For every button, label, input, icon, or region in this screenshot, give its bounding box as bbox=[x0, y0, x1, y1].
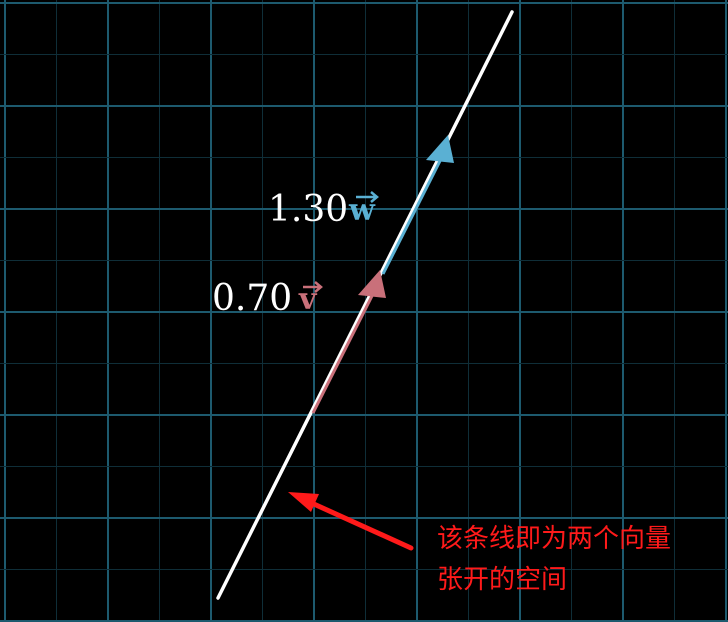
annotation-line-1: 该条线即为两个向量 bbox=[437, 524, 671, 554]
span-diagram: 1.30 w 0.70 v 该条线即为两个向量 张开的空间 bbox=[0, 0, 728, 622]
annotation-line-2: 张开的空间 bbox=[437, 565, 567, 595]
label-w: 1.30 w bbox=[268, 189, 379, 230]
w-coefficient: 1.30 bbox=[268, 189, 348, 230]
v-coefficient: 0.70 bbox=[212, 278, 292, 319]
label-v: 0.70 v bbox=[212, 278, 323, 319]
